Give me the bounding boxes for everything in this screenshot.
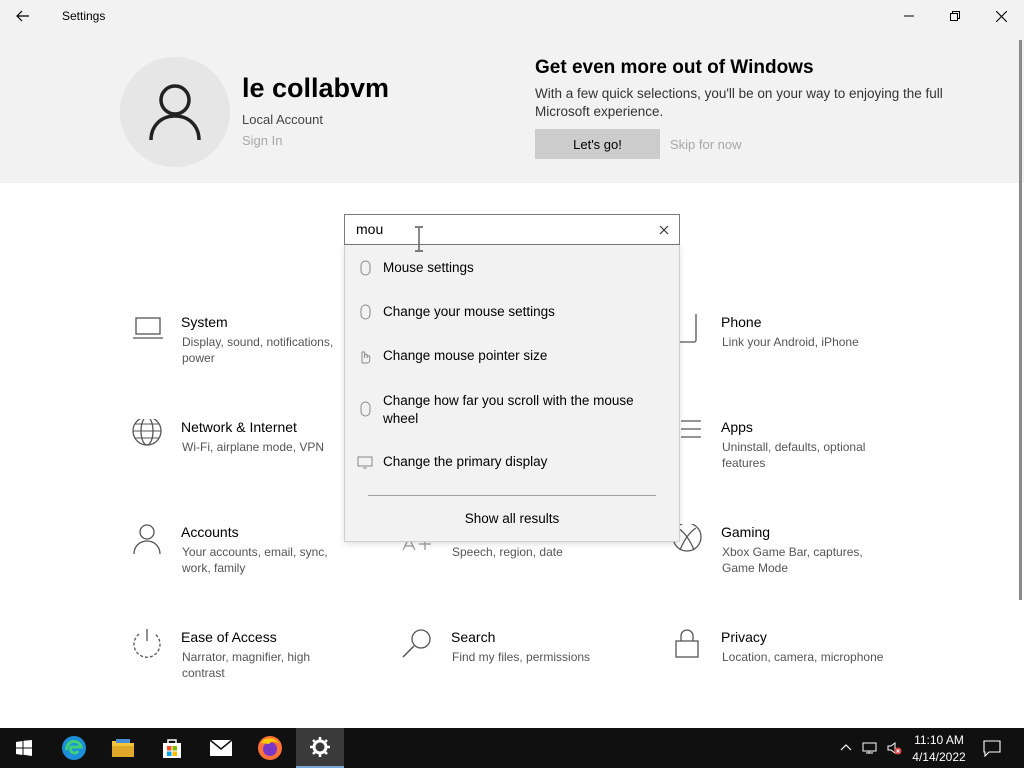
category-description: Uninstall, defaults, optional features: [722, 440, 866, 470]
search-result-label: Mouse settings: [383, 260, 474, 275]
category-gaming[interactable]: Gaming Xbox Game Bar, captures, Game Mod…: [671, 524, 911, 604]
category-title: Phone: [721, 314, 762, 330]
edge-icon: [62, 736, 86, 760]
back-button[interactable]: [0, 0, 46, 32]
skip-for-now-link[interactable]: Skip for now: [670, 137, 742, 152]
avatar[interactable]: [120, 57, 230, 167]
start-button[interactable]: [0, 728, 48, 768]
clock-time[interactable]: 11:10 AM: [906, 732, 972, 748]
user-icon: [149, 84, 201, 141]
ease-of-access-icon: [133, 629, 161, 658]
search-suggestions: Mouse settings Change your mouse setting…: [344, 245, 680, 542]
search-result[interactable]: Change how far you scroll with the mouse…: [345, 392, 679, 432]
mouse-icon: [360, 401, 371, 417]
search-result-label: Change the primary display: [383, 454, 548, 469]
sign-in-link[interactable]: Sign In: [242, 133, 282, 148]
category-search[interactable]: Search Find my files, permissions: [401, 629, 641, 709]
category-title: Apps: [721, 419, 753, 435]
show-all-results-button[interactable]: Show all results: [345, 511, 679, 526]
text-cursor-icon: [415, 226, 423, 252]
category-title: Ease of Access: [181, 629, 277, 645]
search-icon: [402, 629, 431, 658]
search-result[interactable]: Change the primary display: [345, 453, 679, 483]
lock-icon: [675, 629, 699, 658]
minimize-button[interactable]: [886, 0, 932, 32]
restore-button[interactable]: [932, 0, 978, 32]
search-result[interactable]: Mouse settings: [345, 259, 679, 289]
category-description: Wi-Fi, airplane mode, VPN: [182, 440, 325, 454]
category-accounts[interactable]: Accounts Your accounts, email, sync, wor…: [131, 524, 371, 604]
category-network[interactable]: Network & Internet Wi-Fi, airplane mode,…: [131, 419, 371, 499]
settings-gear-icon: [310, 737, 330, 757]
mouse-icon: [360, 304, 371, 320]
person-icon: [133, 524, 161, 555]
globe-icon: [132, 419, 162, 446]
category-privacy[interactable]: Privacy Location, camera, microphone: [671, 629, 911, 709]
promo-title: Get even more out of Windows: [535, 57, 814, 78]
mail-icon: [209, 739, 233, 756]
category-description: Your accounts, email, sync, work, family: [182, 545, 328, 575]
search-result[interactable]: Change your mouse settings: [345, 303, 679, 333]
network-icon[interactable]: [862, 740, 878, 756]
back-arrow-icon: [16, 10, 29, 22]
mouse-icon: [360, 260, 371, 276]
category-system[interactable]: System Display, sound, notifications, po…: [131, 314, 371, 394]
minimize-icon: [904, 15, 914, 17]
category-description: Narrator, magnifier, high contrast: [182, 650, 311, 680]
promo-text: With a few quick selections, you'll be o…: [535, 86, 943, 119]
firefox-icon: [258, 736, 282, 760]
close-icon: [995, 10, 1007, 22]
search-input[interactable]: [356, 221, 636, 237]
category-title: Privacy: [721, 629, 767, 645]
clock-date[interactable]: 4/14/2022: [906, 749, 972, 765]
category-ease-of-access[interactable]: Ease of Access Narrator, magnifier, high…: [131, 629, 371, 709]
start-icon: [16, 740, 32, 756]
category-title: Accounts: [181, 524, 239, 540]
title-bar: Settings: [0, 0, 1024, 32]
taskbar-firefox[interactable]: [246, 728, 294, 768]
category-title: Gaming: [721, 524, 771, 540]
category-title: Search: [451, 629, 496, 645]
search-result-label: Change mouse pointer size: [383, 348, 548, 363]
category-title: System: [181, 314, 228, 330]
close-button[interactable]: [978, 0, 1024, 32]
laptop-icon: [133, 317, 163, 339]
scrollbar[interactable]: [1019, 40, 1022, 600]
clear-search-icon[interactable]: [656, 222, 672, 238]
search-result[interactable]: Change mouse pointer size: [345, 347, 679, 377]
restore-icon: [950, 11, 960, 21]
pointer-hand-icon: [361, 351, 371, 364]
taskbar-file-explorer[interactable]: [99, 728, 147, 768]
category-description: Link your Android, iPhone: [722, 335, 859, 349]
display-icon: [357, 456, 373, 469]
chevron-up-icon[interactable]: [838, 740, 854, 756]
category-apps[interactable]: Apps Uninstall, defaults, optional featu…: [671, 419, 911, 499]
category-description: Location, camera, microphone: [722, 650, 884, 664]
volume-muted-icon[interactable]: [886, 740, 902, 756]
lets-go-button[interactable]: Let's go!: [535, 129, 660, 159]
divider: [368, 495, 656, 496]
category-description: Find my files, permissions: [452, 650, 591, 664]
store-icon: [163, 739, 181, 758]
category-description: Display, sound, notifications, power: [182, 335, 334, 365]
taskbar-settings[interactable]: [296, 728, 344, 768]
account-type: Local Account: [242, 112, 323, 127]
taskbar-mail[interactable]: [197, 728, 245, 768]
taskbar: 11:10 AM 4/14/2022: [0, 728, 1024, 768]
window-title: Settings: [62, 9, 106, 23]
category-title: Network & Internet: [181, 419, 297, 435]
taskbar-edge[interactable]: [50, 728, 98, 768]
category-phone[interactable]: Phone Link your Android, iPhone: [671, 314, 911, 394]
search-box: [344, 214, 680, 245]
notifications-icon[interactable]: [983, 739, 1001, 757]
search-result-label: Change how far you scroll with the mouse…: [383, 393, 634, 426]
file-explorer-icon: [112, 739, 134, 757]
user-name: le collabvm: [242, 73, 390, 103]
search-result-label: Change your mouse settings: [383, 304, 555, 319]
category-description: Xbox Game Bar, captures, Game Mode: [722, 545, 863, 575]
category-description: Speech, region, date: [452, 545, 563, 559]
taskbar-store[interactable]: [148, 728, 196, 768]
